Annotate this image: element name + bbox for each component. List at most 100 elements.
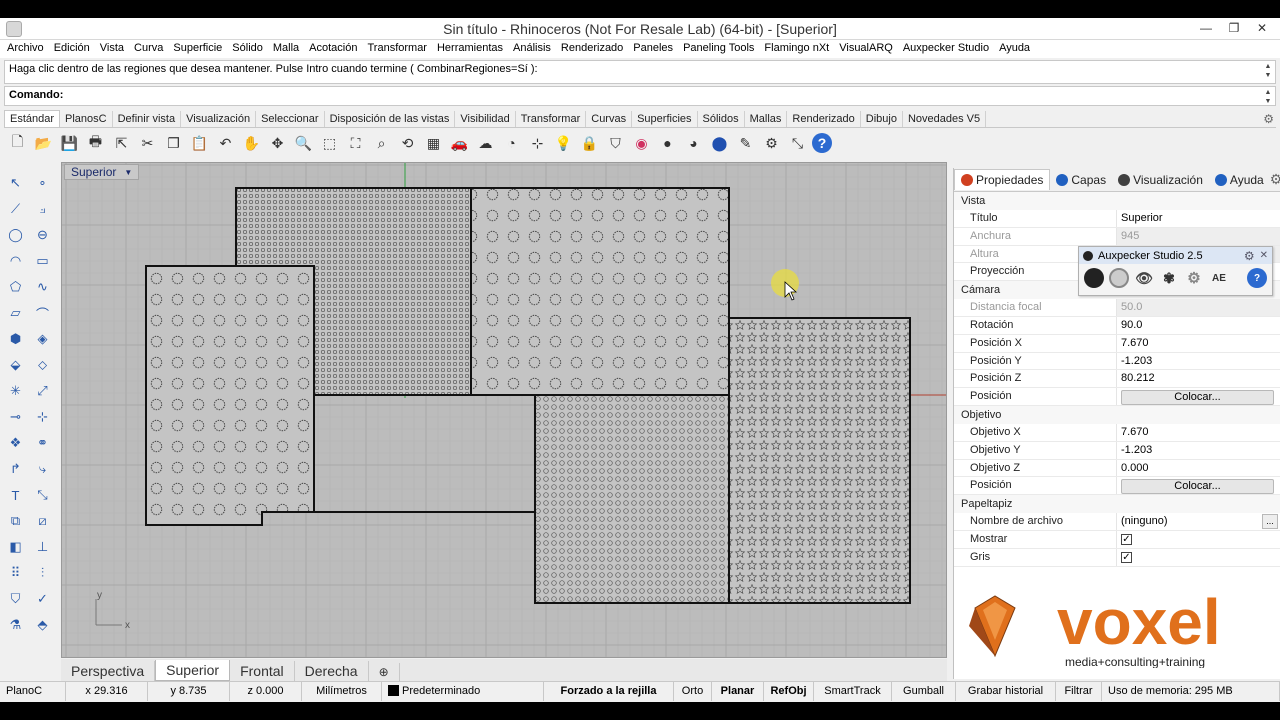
transform-icon[interactable]: ⤡	[786, 132, 809, 154]
close-button[interactable]: ✕	[1248, 18, 1276, 38]
titulo-field[interactable]: Superior	[1116, 210, 1280, 227]
polyline-icon[interactable]: ⟓	[29, 196, 56, 222]
status-gumball[interactable]: Gumball	[892, 682, 956, 701]
status-units[interactable]: Milímetros	[302, 682, 382, 701]
blue-sphere-icon[interactable]: ⬤	[708, 132, 731, 154]
scale-icon[interactable]: ⤡	[29, 482, 56, 508]
viewport-superior[interactable]: Superior ▼ yx	[61, 162, 947, 658]
status-ortho[interactable]: Orto	[674, 682, 712, 701]
arc-icon[interactable]: ◠	[2, 248, 29, 274]
browse-button[interactable]: ...	[1262, 514, 1278, 530]
print-icon[interactable]: 🖶	[84, 132, 107, 154]
toolbar-tab-estandar[interactable]: Estándar	[4, 110, 61, 127]
toolbar-tab-planosc[interactable]: PlanosC	[60, 111, 113, 127]
panel-tab-visualizacion[interactable]: Visualización	[1112, 170, 1209, 190]
zoom-extents-icon[interactable]: ⛶	[344, 132, 367, 154]
settings-icon[interactable]: ⚙	[1184, 268, 1204, 288]
menu-transformar[interactable]: Transformar	[362, 40, 432, 58]
explode-icon[interactable]: ⊹	[29, 404, 56, 430]
dimension-icon[interactable]: ⊥	[29, 534, 56, 560]
auxpecker-close-icon[interactable]: ✕	[1260, 250, 1268, 261]
archivo-field[interactable]: (ninguno)	[1121, 515, 1167, 527]
boolean-icon[interactable]: ⚭	[29, 430, 56, 456]
toolbar-tab-disposicion-de-las-vistas[interactable]: Disposición de las vistas	[325, 111, 456, 127]
menu-flamingo-nxt[interactable]: Flamingo nXt	[759, 40, 834, 58]
status-layer[interactable]: Predeterminado	[382, 682, 544, 701]
panel-tab-capas[interactable]: Capas	[1050, 170, 1112, 190]
menu-ayuda[interactable]: Ayuda	[994, 40, 1035, 58]
rectangle-icon[interactable]: ▭	[29, 248, 56, 274]
point-icon[interactable]: ∘	[29, 170, 56, 196]
status-record-history[interactable]: Grabar historial	[956, 682, 1056, 701]
menu-vista[interactable]: Vista	[95, 40, 129, 58]
toolbar-tab-transformar[interactable]: Transformar	[516, 111, 587, 127]
menu-paneling-tools[interactable]: Paneling Tools	[678, 40, 759, 58]
black-material-icon[interactable]	[1084, 268, 1104, 288]
copy-icon[interactable]: ❐	[162, 132, 185, 154]
objetivo-y-field[interactable]: -1.203	[1116, 441, 1280, 459]
toolbar-tab-mallas[interactable]: Mallas	[745, 111, 788, 127]
checkmark-icon[interactable]: ✓	[29, 586, 56, 612]
toolbar-tabs-gear-icon[interactable]: ⚙	[1263, 112, 1274, 126]
toolbar-tab-seleccionar[interactable]: Seleccionar	[256, 111, 325, 127]
command-history-scrollbar[interactable]: ▲ ▼	[1263, 62, 1273, 80]
grid-snap-icon[interactable]: ⊹	[526, 132, 549, 154]
toolbar-tab-superficies[interactable]: Superficies	[632, 111, 698, 127]
trim-icon[interactable]: ⤢	[29, 378, 56, 404]
menu-visualarq[interactable]: VisualARQ	[834, 40, 898, 58]
undo-icon[interactable]: ↶	[214, 132, 237, 154]
solid-union-icon[interactable]: ◈	[29, 326, 56, 352]
rotate-view-icon[interactable]: ✥	[266, 132, 289, 154]
array-icon[interactable]: ⧉	[2, 508, 29, 534]
menu-edicion[interactable]: Edición	[49, 40, 95, 58]
status-smarttrack[interactable]: SmartTrack	[814, 682, 892, 701]
status-filter[interactable]: Filtrar	[1056, 682, 1102, 701]
text-icon[interactable]: T	[2, 482, 29, 508]
minimize-button[interactable]: —	[1192, 18, 1220, 38]
objetivo-x-field[interactable]: 7.670	[1116, 423, 1280, 441]
target-colocar-button[interactable]: Colocar...	[1121, 479, 1274, 495]
toolbar-tab-dibujo[interactable]: Dibujo	[861, 111, 903, 127]
menu-herramientas[interactable]: Herramientas	[432, 40, 508, 58]
new-document-icon[interactable]: 🗋	[6, 132, 29, 154]
status-planar[interactable]: Planar	[712, 682, 764, 701]
toolbar-tab-novedades-v5[interactable]: Novedades V5	[903, 111, 987, 127]
rotacion-field[interactable]: 90.0	[1116, 316, 1280, 334]
settings-gear-icon[interactable]: ⚙	[760, 132, 783, 154]
chamfer-icon[interactable]: ⤷	[29, 456, 56, 482]
toolbar-tab-visualizacion[interactable]: Visualización	[181, 111, 257, 127]
menu-archivo[interactable]: Archivo	[2, 40, 49, 58]
menu-paneles[interactable]: Paneles	[628, 40, 678, 58]
command-line[interactable]: Comando: ▲ ▼	[4, 86, 1276, 106]
toolbar-tab-definir-vista[interactable]: Definir vista	[113, 111, 182, 127]
viewport-menu-dropdown-icon[interactable]: ▼	[124, 168, 132, 177]
paste-icon[interactable]: 📋	[188, 132, 211, 154]
hatch-icon[interactable]: ⬘	[29, 612, 56, 638]
sun-icon[interactable]: ☁	[474, 132, 497, 154]
eye-icon[interactable]: 👁	[1134, 268, 1154, 288]
align-icon[interactable]: ⫶	[29, 560, 56, 586]
circle-icon[interactable]: ◯	[2, 222, 29, 248]
toolbar-tab-curvas[interactable]: Curvas	[586, 111, 633, 127]
toolbar-tab-visibilidad[interactable]: Visibilidad	[455, 111, 516, 127]
menu-curva[interactable]: Curva	[129, 40, 168, 58]
mesh-icon[interactable]: ⬦	[29, 352, 56, 378]
add-viewport-tab-button[interactable]: ⊕	[369, 663, 400, 681]
pen-icon[interactable]: ✎	[734, 132, 757, 154]
menu-analisis[interactable]: Análisis	[508, 40, 556, 58]
paint-icon[interactable]: ⚗	[2, 612, 29, 638]
viewport-tab-perspectiva[interactable]: Perspectiva	[61, 661, 156, 681]
color-wheel-icon[interactable]: ◉	[630, 132, 653, 154]
status-grid-snap[interactable]: Forzado a la rejilla	[544, 682, 674, 701]
zoom-selected-icon[interactable]: ⌕	[370, 132, 393, 154]
menu-auxpecker-studio[interactable]: Auxpecker Studio	[898, 40, 994, 58]
car-icon[interactable]: 🚗	[448, 132, 471, 154]
lock-icon[interactable]: 🔒	[578, 132, 601, 154]
group-icon[interactable]: ❖	[2, 430, 29, 456]
auxpecker-help-icon[interactable]: ?	[1247, 268, 1267, 288]
status-osnap[interactable]: RefObj	[764, 682, 814, 701]
cut-icon[interactable]: ✂	[136, 132, 159, 154]
orbit-icon[interactable]: ◔	[500, 132, 523, 154]
help-icon[interactable]: ?	[812, 133, 832, 153]
mostrar-checkbox[interactable]: ✓	[1121, 533, 1132, 545]
